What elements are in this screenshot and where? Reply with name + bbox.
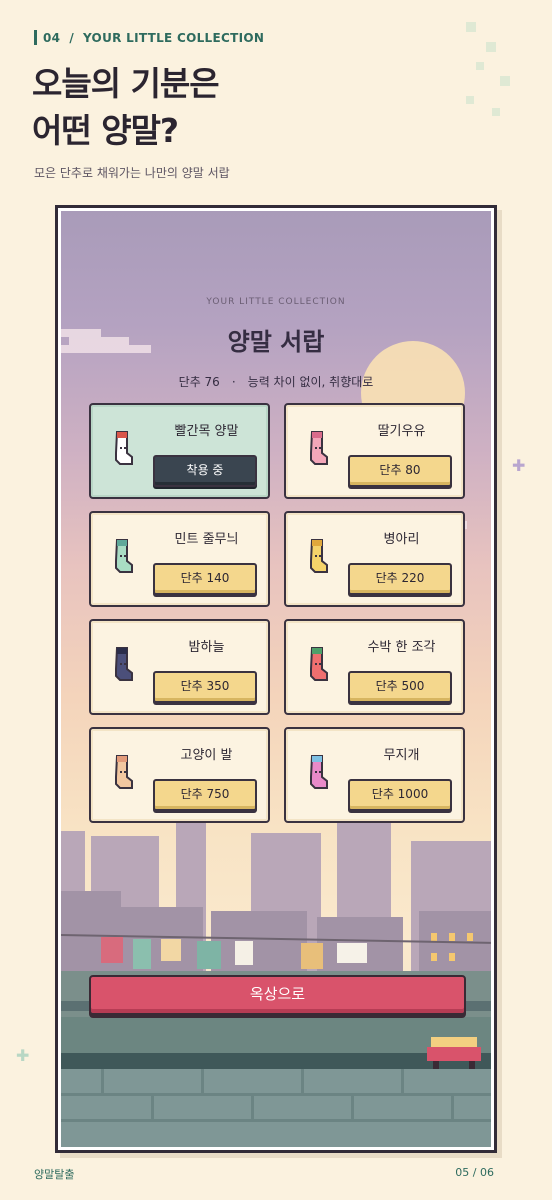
sock-grid: 빨간목 양말 착용 중 딸기우유 단추 80 민트 줄무늬 단추 140 병아리 단추 220… (89, 403, 465, 823)
sock-card[interactable]: 딸기우유단추 80 (284, 403, 465, 499)
sock-name: 고양이 발 (180, 748, 233, 763)
buy-button[interactable]: 단추 140 (153, 563, 257, 595)
sparkle-icon: ✚ (512, 456, 526, 475)
sock-icon (310, 539, 328, 573)
screen-title: 양말 서랍 (227, 328, 325, 356)
status-note: 능력 차이 없이, 취향대로 (247, 375, 374, 389)
sock-icon (310, 755, 328, 789)
screen-kicker: YOUR LITTLE COLLECTION (206, 297, 346, 307)
sock-name: 수박 한 조각 (367, 640, 436, 655)
sock-card[interactable]: 무지개단추 1000 (284, 727, 465, 823)
footer-app-name: 양말탈출 (34, 1168, 75, 1181)
section-tag: 04 / YOUR LITTLE COLLECTION (34, 30, 264, 45)
rooftop-button[interactable]: 옥상으로 (89, 975, 466, 1015)
sock-icon (115, 539, 133, 573)
sock-card[interactable]: 빨간목 양말착용 중 (89, 403, 270, 499)
buy-button[interactable]: 단추 1000 (348, 779, 452, 811)
sock-name: 병아리 (383, 532, 420, 547)
section-number: 04 (43, 30, 61, 45)
equipped-button[interactable]: 착용 중 (153, 455, 257, 487)
sock-name: 딸기우유 (377, 424, 426, 439)
sock-card[interactable]: 병아리단추 220 (284, 511, 465, 607)
sock-icon (115, 431, 133, 465)
sock-icon (310, 647, 328, 681)
sparkle-icon: ✚ (16, 1046, 30, 1065)
footer-page-number: 05 / 06 (455, 1166, 494, 1179)
page-subtitle: 모은 단추로 채워가는 나만의 양말 서랍 (34, 166, 230, 180)
buy-button[interactable]: 단추 220 (348, 563, 452, 595)
page-title-line-1: 오늘의 기분은 (32, 64, 220, 103)
sock-name: 민트 줄무늬 (174, 532, 239, 547)
sock-icon (310, 431, 328, 465)
section-separator: / (69, 30, 74, 45)
sock-drawer-screen: YOUR LITTLE COLLECTION 양말 서랍 단추 76 · 능력 차이… (61, 211, 491, 1147)
buy-button[interactable]: 단추 750 (153, 779, 257, 811)
separator-dot: · (231, 375, 236, 389)
game-screen-frame: YOUR LITTLE COLLECTION 양말 서랍 단추 76 · 능력 차이… (55, 205, 497, 1153)
sock-card[interactable]: 밤하늘단추 350 (89, 619, 270, 715)
button-count: 단추 76 (178, 375, 220, 389)
buy-button[interactable]: 단추 80 (348, 455, 452, 487)
sock-name: 밤하늘 (188, 640, 225, 655)
sock-card[interactable]: 고양이 발단추 750 (89, 727, 270, 823)
section-tag-bar (34, 30, 37, 45)
sock-icon (115, 647, 133, 681)
page-title-line-2: 어떤 양말? (32, 111, 179, 150)
status-line: 단추 76 · 능력 차이 없이, 취향대로 (61, 373, 491, 390)
sock-card[interactable]: 수박 한 조각단추 500 (284, 619, 465, 715)
sock-icon (115, 755, 133, 789)
sock-name: 빨간목 양말 (174, 424, 239, 439)
sock-card[interactable]: 민트 줄무늬단추 140 (89, 511, 270, 607)
sock-name: 무지개 (383, 748, 420, 763)
buy-button[interactable]: 단추 500 (348, 671, 452, 703)
page-title: 오늘의 기분은 어떤 양말? (32, 60, 220, 154)
buy-button[interactable]: 단추 350 (153, 671, 257, 703)
section-label: YOUR LITTLE COLLECTION (83, 30, 265, 45)
